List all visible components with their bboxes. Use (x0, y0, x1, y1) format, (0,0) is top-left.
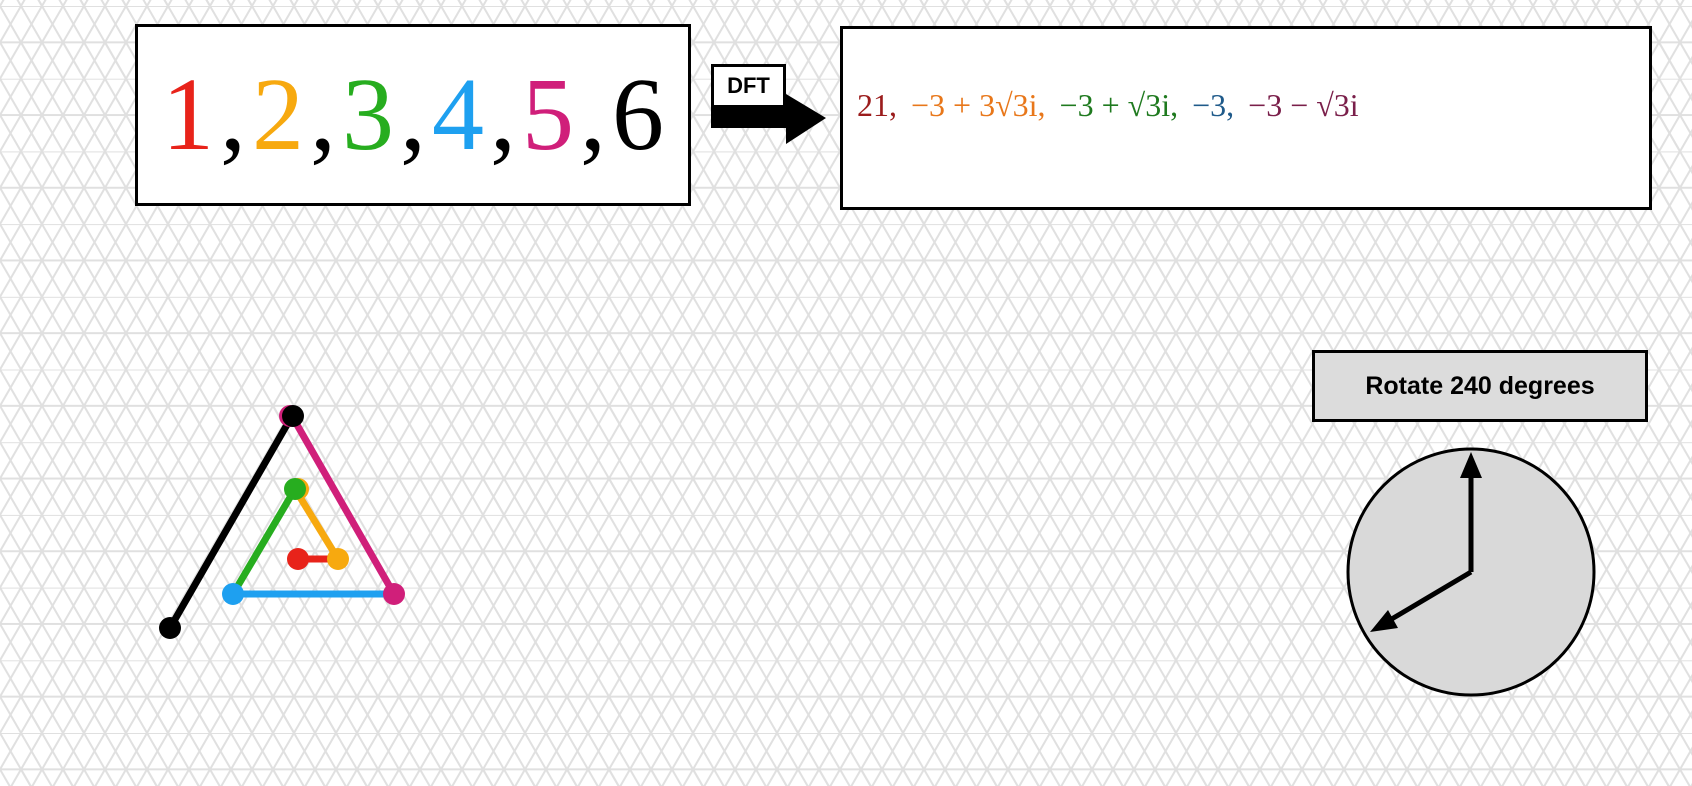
clock-icon (1346, 447, 1596, 697)
segment-orange (291, 485, 342, 563)
point-blue (222, 583, 244, 605)
point-orange (327, 548, 349, 570)
point-green (284, 478, 306, 500)
point-black-bottom (159, 617, 181, 639)
diagram-overlay (159, 405, 1596, 697)
point-magenta-right (383, 583, 405, 605)
triangle-path (166, 412, 398, 632)
point-black-top (282, 405, 304, 427)
point-red (287, 548, 309, 570)
